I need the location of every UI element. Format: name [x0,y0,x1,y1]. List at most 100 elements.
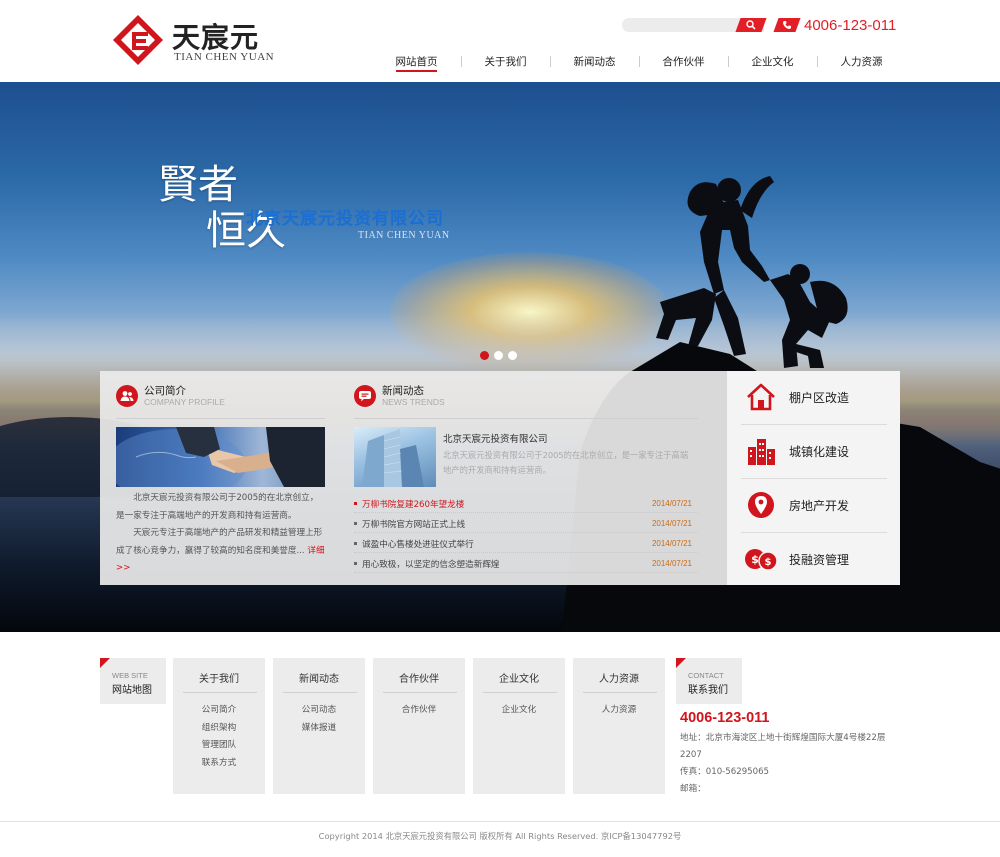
service-real-estate[interactable]: 房地产开发 [741,481,887,529]
service-investment[interactable]: $ $ 投融资管理 [741,535,887,583]
footer-column-title[interactable]: 合作伙伴 [373,670,465,685]
sitemap-title-en: WEB SITE [112,671,148,680]
banner-company-name: 北京天宸元投资有限公司 [246,209,444,229]
logo[interactable]: 天宸元 TIAN CHEN YUAN [112,14,282,66]
service-label: 房地产开发 [789,498,850,513]
footer-link[interactable]: 组织架构 [173,720,265,738]
news-item-text[interactable]: 万柳书院复建260年望龙楼 [362,498,464,510]
contact-info: 地址：北京市海淀区上地十街辉煌国际大厦4号楼22层2207 传真：010-562… [680,730,895,798]
logo-text-cn: 天宸元 [172,21,260,54]
slider-dot-1[interactable] [480,351,489,360]
content-panel: 公司简介 COMPANY PROFILE 北京天宸元投资有限公司于2005的在北… [100,371,900,585]
search-icon [746,20,756,30]
footer-link[interactable]: 公司简介 [173,702,265,720]
contact-phone: 4006-123-011 [680,710,770,726]
list-item[interactable]: 用心致极，以坚定的信念塑造新辉煌 2014/07/21 [354,553,698,573]
divider [116,418,325,419]
footer-links: 人力资源 [573,702,665,720]
news-item-text[interactable]: 诚盈中心售楼处进驻仪式举行 [362,538,474,550]
footer-link[interactable]: 联系方式 [173,755,265,773]
footer-link[interactable]: 媒体报道 [273,720,365,738]
divider [741,424,887,425]
sitemap-tab: WEB SITE 网站地图 [100,658,166,704]
footer-column-culture: 企业文化 企业文化 [473,658,565,794]
search-button[interactable] [735,18,767,32]
bullet [354,502,357,505]
footer-links: 公司简介 组织架构 管理团队 联系方式 [173,702,265,772]
services-sidebar: 棚户区改造 城镇化建设 房地产开发 $ $ 投融资管理 [727,371,900,585]
slider-dot-3[interactable] [508,351,517,360]
svg-text:$: $ [751,553,759,566]
footer-column-title[interactable]: 新闻动态 [273,670,365,685]
about-paragraph-2-text: 天宸元专注于高端地产的产品研发和精益管理上形成了核心竞争力，赢得了较高的知名度和… [116,528,323,556]
footer-column-title[interactable]: 企业文化 [473,670,565,685]
service-shantytown[interactable]: 棚户区改造 [741,373,887,421]
news-item-date: 2014/07/21 [651,519,692,528]
banner-company-en: TIAN CHEN YUAN [358,230,450,241]
news-item-date: 2014/07/21 [651,559,692,568]
house-icon [741,377,781,417]
divider [354,418,698,419]
logo-icon [113,15,163,65]
footer-link[interactable]: 管理团队 [173,737,265,755]
slogan-line-1: 賢者 [158,162,238,208]
about-paragraph-1: 北京天宸元投资有限公司于2005的在北京创立，是一家专注于高端地产的开发商和持有… [116,493,319,521]
footer-link[interactable]: 合作伙伴 [373,702,465,720]
footer-link[interactable]: 公司动态 [273,702,365,720]
contact-title-en: CONTACT [688,671,724,680]
location-pin-icon [741,485,781,525]
header-phone: 4006-123-011 [804,17,897,34]
footer-column-about: 关于我们 公司简介 组织架构 管理团队 联系方式 [173,658,265,794]
news-thumbnail[interactable] [354,427,436,487]
news-item-text[interactable]: 万柳书院官方网站正式上线 [362,518,465,530]
footer-column-hr: 人力资源 人力资源 [573,658,665,794]
buildings-icon [741,431,781,471]
nav-culture[interactable]: 企业文化 [728,52,817,72]
nav-about[interactable]: 关于我们 [461,52,550,72]
bullet [354,542,357,545]
news-item-text[interactable]: 用心致极，以坚定的信念塑造新辉煌 [362,558,500,570]
contact-tab: CONTACT 联系我们 [676,658,742,704]
service-urbanization[interactable]: 城镇化建设 [741,427,887,475]
slider-dot-2[interactable] [494,351,503,360]
contact-email: 邮箱： [680,784,706,794]
news-heading: 新闻动态 NEWS TRENDS [354,385,445,408]
handshake-image [116,427,325,487]
contact-fax: 传真：010-56295065 [680,767,770,777]
about-paragraph-2: 天宸元专注于高端地产的产品研发和精益管理上形成了核心竞争力，赢得了较高的知名度和… [116,525,326,578]
footer-column-title[interactable]: 人力资源 [573,670,665,685]
service-label: 投融资管理 [789,552,850,567]
footer-column-title[interactable]: 关于我们 [173,670,265,685]
divider [183,692,257,693]
header: 天宸元 TIAN CHEN YUAN 4006-123-011 网站首页 关于我… [0,0,1000,82]
news-featured-desc: 北京天宸元投资有限公司于2005的在北京创立，是一家专注于高端地产的开发商和持有… [443,450,689,475]
footer-column-partners: 合作伙伴 合作伙伴 [373,658,465,794]
footer-links: 合作伙伴 [373,702,465,720]
banner-slogan: 賢者 恒久 北京天宸元投资有限公司 TIAN CHEN YUAN [158,162,488,282]
contact-title: 联系我们 [688,685,728,696]
list-item[interactable]: 万柳书院复建260年望龙楼 2014/07/21 [354,493,698,513]
nav-hr[interactable]: 人力资源 [817,52,906,72]
about-title: 公司简介 [144,385,186,397]
list-item[interactable]: 诚盈中心售楼处进驻仪式举行 2014/07/21 [354,533,698,553]
nav-partners[interactable]: 合作伙伴 [639,52,728,72]
news-title: 新闻动态 [382,385,424,397]
main-nav: 网站首页 关于我们 新闻动态 合作伙伴 企业文化 人力资源 [372,52,906,72]
chat-icon [354,385,376,407]
footer: WEB SITE 网站地图 关于我们 公司简介 组织架构 管理团队 联系方式 新… [0,632,1000,857]
divider [741,532,887,533]
about-description: 北京天宸元投资有限公司于2005的在北京创立，是一家专注于高端地产的开发商和持有… [116,490,326,578]
phone-icon [773,18,801,32]
slider-dots [480,351,517,360]
nav-news[interactable]: 新闻动态 [550,52,639,72]
news-featured-title[interactable]: 北京天宸元投资有限公司 [443,431,548,445]
service-label: 城镇化建设 [789,444,850,459]
footer-link[interactable]: 企业文化 [473,702,565,720]
divider [383,692,457,693]
nav-home[interactable]: 网站首页 [372,52,461,72]
footer-link[interactable]: 人力资源 [573,702,665,720]
about-heading: 公司简介 COMPANY PROFILE [116,385,225,408]
sitemap-title: 网站地图 [112,685,152,696]
footer-links: 公司动态 媒体报道 [273,702,365,737]
list-item[interactable]: 万柳书院官方网站正式上线 2014/07/21 [354,513,698,533]
